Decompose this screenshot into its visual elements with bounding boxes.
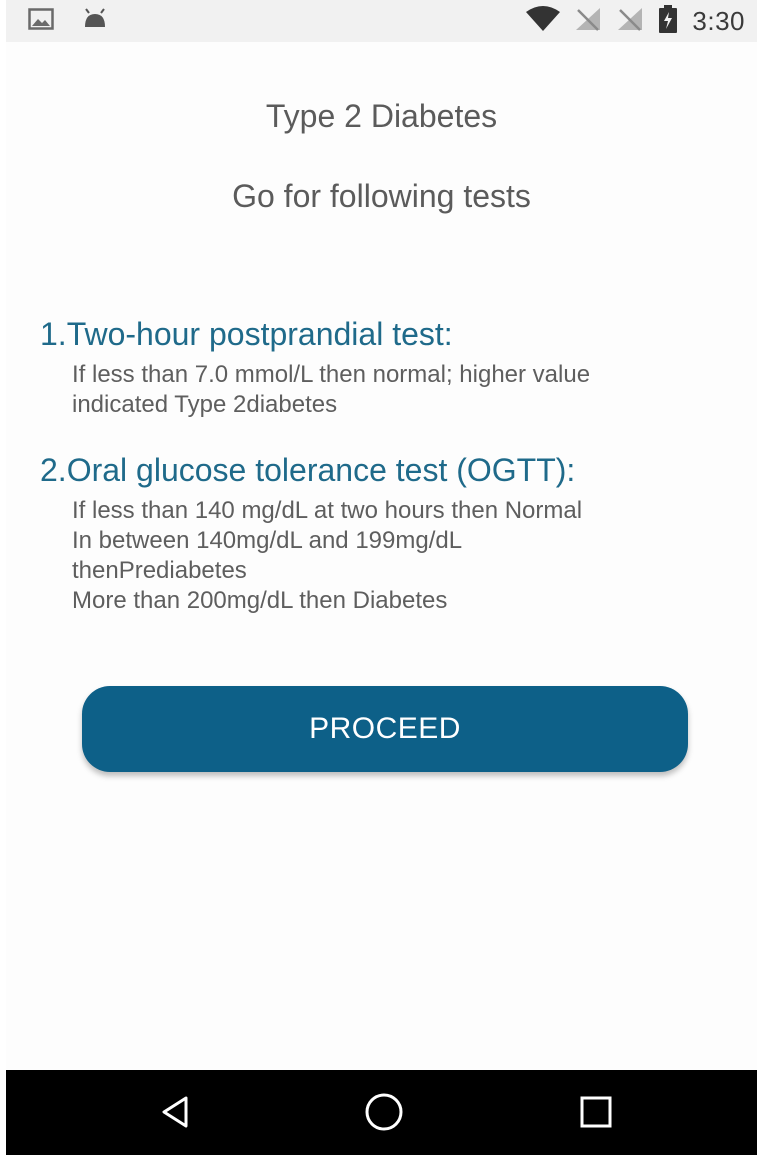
- test-heading: 2.Oral glucose tolerance test (OGTT):: [40, 452, 576, 488]
- battery-charging-icon: [658, 4, 678, 38]
- test-item: 2.Oral glucose tolerance test (OGTT): If…: [40, 450, 740, 616]
- image-icon: [28, 7, 54, 36]
- recents-button[interactable]: [574, 1092, 618, 1136]
- wifi-icon: [526, 5, 561, 37]
- status-bar-right: 3:30: [526, 4, 745, 38]
- page-subtitle: Go for following tests: [232, 178, 531, 214]
- test-description-line: If less than 140 mg/dL at two hours then…: [72, 497, 583, 524]
- back-button[interactable]: [154, 1092, 198, 1136]
- no-signal-icon: [616, 6, 644, 37]
- status-bar: 3:30: [6, 0, 757, 42]
- home-circle-icon: [362, 1090, 406, 1139]
- page-title: Type 2 Diabetes: [265, 98, 498, 134]
- test-description-line: In between 140mg/dL and 199mg/dL: [72, 527, 463, 554]
- test-description-line: thenPrediabetes: [72, 557, 247, 584]
- status-bar-left: [28, 7, 108, 36]
- recents-square-icon: [576, 1092, 616, 1137]
- test-item: 1.Two-hour postprandial test: If less th…: [40, 314, 740, 420]
- back-triangle-icon: [156, 1092, 196, 1137]
- test-description-line: More than 200mg/dL then Diabetes: [72, 587, 448, 614]
- test-description-line: indicated Type 2diabetes: [72, 391, 338, 418]
- android-icon: [82, 7, 108, 36]
- no-signal-icon: [574, 6, 602, 37]
- status-time: 3:30: [692, 5, 745, 36]
- navigation-bar: [6, 1070, 757, 1155]
- test-heading: 1.Two-hour postprandial test:: [40, 316, 453, 352]
- test-description-line: If less than 7.0 mmol/L then normal; hig…: [72, 361, 591, 388]
- home-button[interactable]: [362, 1092, 406, 1136]
- phone-screen: 3:30 Type 2 Diabetes Go for following te…: [6, 0, 757, 1155]
- proceed-button[interactable]: PROCEED: [82, 686, 688, 772]
